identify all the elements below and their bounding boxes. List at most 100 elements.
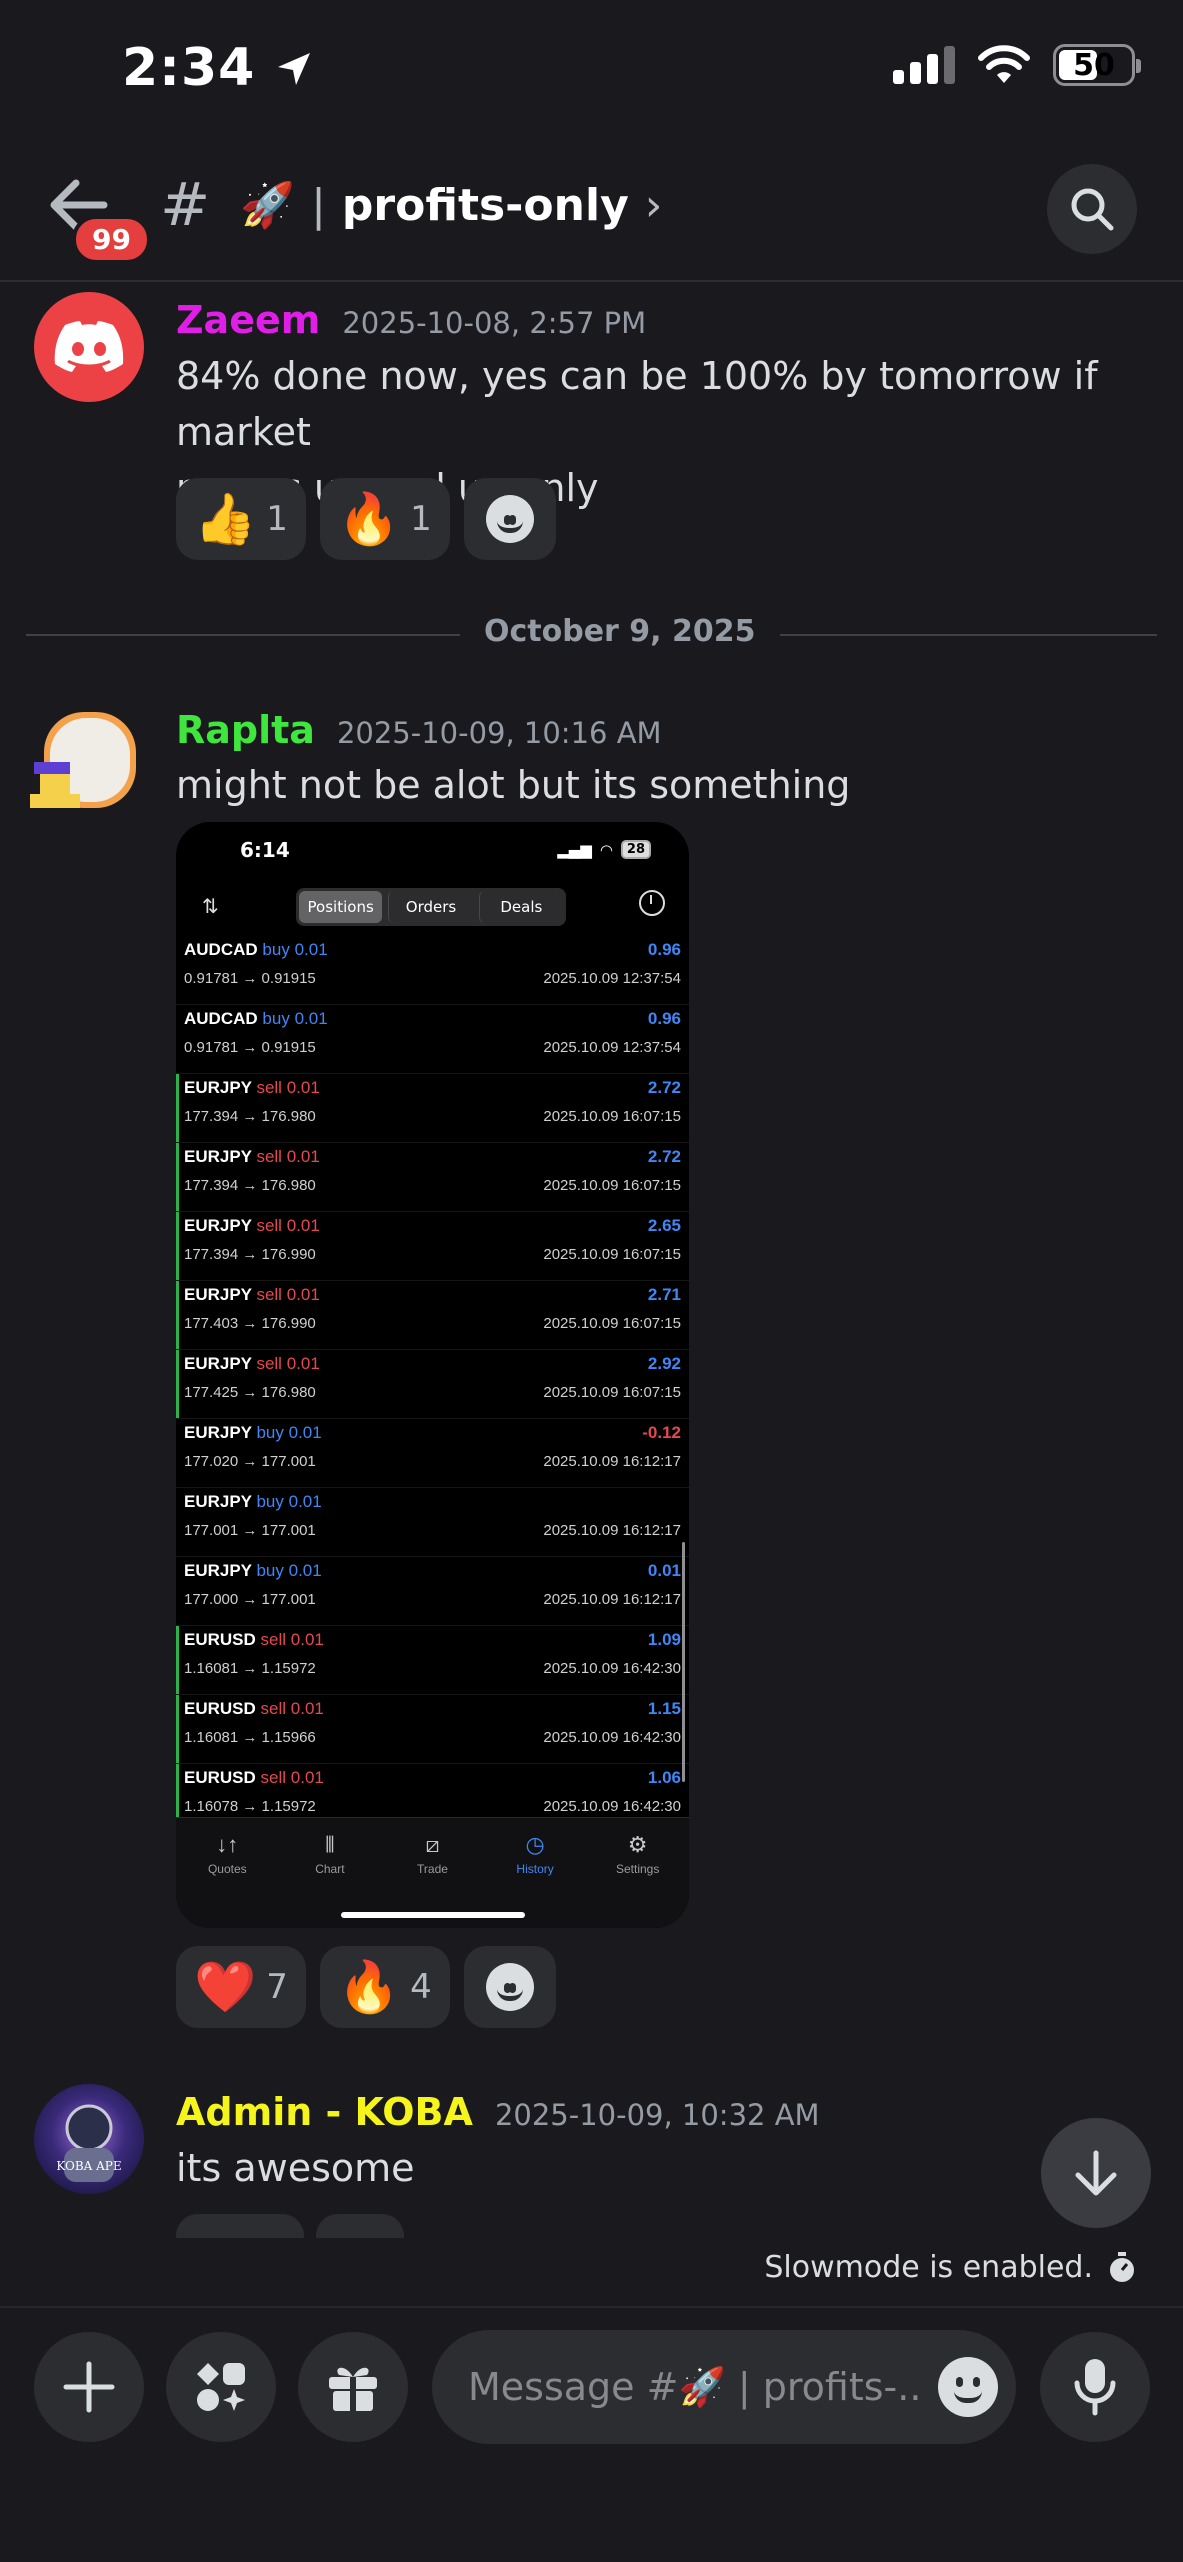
- reactions-row-partial: [176, 2214, 456, 2238]
- trade-profit: 2.65: [647, 1216, 681, 1235]
- trade-row: EURJPY sell 0.01 2.92 177.425 → 176.980 202…: [176, 1350, 689, 1419]
- trade-datetime: 2025.10.09 12:37:54: [543, 1039, 681, 1056]
- reaction-fire[interactable]: 🔥 4: [319, 1946, 450, 2028]
- discord-logo-icon: [54, 321, 124, 372]
- date-divider: October 9, 2025: [460, 614, 780, 649]
- trade-row: EURJPY buy 0.01 0.01 177.000 → 177.001 2025…: [176, 1557, 689, 1626]
- trade-side: buy 0.01: [256, 1423, 322, 1442]
- trade-profit: 1.09: [647, 1630, 681, 1649]
- trade-row: EURUSD sell 0.01 1.09 1.16081 → 1.15972 202…: [176, 1626, 689, 1695]
- author-name[interactable]: Admin - KOBA: [176, 2090, 473, 2134]
- message-text: might not be alot but its something: [176, 763, 851, 807]
- trade-prices: 177.001 → 177.001: [184, 1522, 316, 1539]
- trade-row: EURJPY sell 0.01 2.72 177.394 → 176.980 202…: [176, 1074, 689, 1143]
- trade-side: sell 0.01: [260, 1699, 324, 1718]
- tab-orders: Orders: [388, 891, 472, 923]
- status-icons: 50: [893, 44, 1141, 86]
- microphone-icon: [1074, 2359, 1116, 2416]
- trade-side: buy 0.01: [256, 1492, 322, 1511]
- message-timestamp: 2025-10-09, 10:16 AM: [336, 716, 662, 750]
- cellular-signal-icon: [893, 46, 955, 84]
- trade-side: buy 0.01: [262, 940, 328, 959]
- trade-profit: 2.71: [647, 1285, 681, 1304]
- trade-side: sell 0.01: [256, 1147, 320, 1166]
- trade-datetime: 2025.10.09 12:37:54: [543, 970, 681, 987]
- trade-row: EURJPY sell 0.01 2.71 177.403 → 176.990 202…: [176, 1281, 689, 1350]
- trade-symbol: EURJPY sell 0.01: [184, 1285, 320, 1304]
- trade-datetime: 2025.10.09 16:12:17: [543, 1453, 681, 1470]
- avatar[interactable]: [34, 292, 144, 402]
- message-header: Admin - KOBA 2025-10-09, 10:32 AM: [176, 2090, 820, 2134]
- history-icon: ◷: [525, 1832, 545, 1857]
- trade-side: sell 0.01: [256, 1216, 320, 1235]
- sort-icon: ⇅: [202, 894, 219, 918]
- apps-button[interactable]: [166, 2332, 276, 2442]
- trade-datetime: 2025.10.09 16:12:17: [543, 1591, 681, 1608]
- trade-side: sell 0.01: [260, 1630, 324, 1649]
- gift-button[interactable]: [298, 2332, 408, 2442]
- author-name[interactable]: Zaeem: [176, 298, 320, 342]
- scrollbar: [682, 1542, 685, 1782]
- search-button[interactable]: [1047, 164, 1137, 254]
- trade-prices: 177.403 → 176.990: [184, 1315, 316, 1332]
- author-name[interactable]: Raplta: [176, 708, 315, 752]
- trade-symbol: EURJPY sell 0.01: [184, 1354, 320, 1373]
- trade-datetime: 2025.10.09 16:42:30: [543, 1660, 681, 1677]
- chart-icon: ⫴: [325, 1832, 335, 1857]
- wifi-icon: [978, 45, 1030, 83]
- message-header: Raplta 2025-10-09, 10:16 AM: [176, 708, 662, 752]
- channel-emoji: 🚀: [240, 180, 296, 231]
- trade-side: buy 0.01: [262, 1009, 328, 1028]
- timer-icon: [1110, 2251, 1134, 2282]
- status-time: 2:34: [122, 38, 314, 98]
- battery-icon: 50: [1053, 44, 1141, 86]
- tab-deals: Deals: [478, 891, 563, 923]
- trade-row: EURUSD sell 0.01 1.15 1.16081 → 1.15966 202…: [176, 1695, 689, 1764]
- add-reaction-button[interactable]: [463, 478, 556, 560]
- emoji-picker-icon[interactable]: [938, 2357, 998, 2417]
- add-reaction-icon: [485, 495, 534, 543]
- nav-quotes: ↓↑ Quotes: [207, 1832, 247, 1876]
- trade-symbol: EURUSD sell 0.01: [184, 1768, 324, 1787]
- trade-prices: 1.16078 → 1.15972: [184, 1798, 316, 1815]
- trade-symbol: EURUSD sell 0.01: [184, 1699, 324, 1718]
- trade-symbol: EURJPY buy 0.01: [184, 1561, 322, 1580]
- trade-row: AUDCAD buy 0.01 0.96 0.91781 → 0.91915 2025…: [176, 936, 689, 1005]
- trade-datetime: 2025.10.09 16:42:30: [543, 1729, 681, 1746]
- reaction-fire[interactable]: 🔥 1: [319, 478, 450, 560]
- reaction-thumbs-up[interactable]: 👍 1: [176, 478, 306, 560]
- trade-profit: 0.01: [647, 1561, 681, 1580]
- trade-symbol: AUDCAD buy 0.01: [184, 940, 328, 959]
- message-timestamp: 2025-10-09, 10:32 AM: [494, 2098, 820, 2132]
- reaction-heart[interactable]: ❤️ 7: [176, 1946, 306, 2028]
- gift-icon: [329, 2367, 377, 2411]
- trade-row: AUDCAD buy 0.01 0.96 0.91781 → 0.91915 2025…: [176, 1005, 689, 1074]
- add-reaction-button[interactable]: [463, 1946, 556, 2028]
- avatar[interactable]: [26, 710, 150, 830]
- trade-prices: 177.020 → 177.001: [184, 1453, 316, 1470]
- trade-datetime: 2025.10.09 16:07:15: [543, 1177, 681, 1194]
- trade-row: EURJPY buy 0.01 177.001 → 177.001 2025.10.…: [176, 1488, 689, 1557]
- unread-badge: 99: [72, 215, 151, 264]
- trade-profit: 0.96: [647, 1009, 681, 1028]
- plus-icon: [63, 2361, 115, 2413]
- channel-hash-icon: #: [160, 170, 211, 240]
- trade-row: EURJPY sell 0.01 2.65 177.394 → 176.990 202…: [176, 1212, 689, 1281]
- message-text: its awesome: [176, 2146, 415, 2190]
- add-attachment-button[interactable]: [34, 2332, 144, 2442]
- avatar[interactable]: KOBA APE: [34, 2084, 144, 2194]
- trade-profit: 1.06: [647, 1768, 681, 1787]
- trade-datetime: 2025.10.09 16:07:15: [543, 1246, 681, 1263]
- wifi-icon: ◠: [599, 840, 613, 859]
- trade-profit: 2.72: [647, 1078, 681, 1097]
- trade-row: EURJPY buy 0.01 -0.12 177.020 → 177.001 202…: [176, 1419, 689, 1488]
- trade-datetime: 2025.10.09 16:07:15: [543, 1108, 681, 1125]
- jump-to-bottom-button[interactable]: [1041, 2118, 1151, 2228]
- channel-title[interactable]: # 🚀 | profits-only ›: [160, 170, 662, 240]
- nav-settings: ⚙ Settings: [615, 1832, 660, 1876]
- screenshot-status-icons: ▂▄▆ ◠ 28: [557, 840, 651, 859]
- image-attachment[interactable]: 6:14 ▂▄▆ ◠ 28 ⇅ Positions Orders Deals A…: [176, 822, 689, 1928]
- voice-message-button[interactable]: [1040, 2332, 1150, 2442]
- trade-symbol: EURJPY buy 0.01: [184, 1492, 322, 1511]
- message-input[interactable]: Message #🚀 | profits-..: [432, 2330, 1016, 2444]
